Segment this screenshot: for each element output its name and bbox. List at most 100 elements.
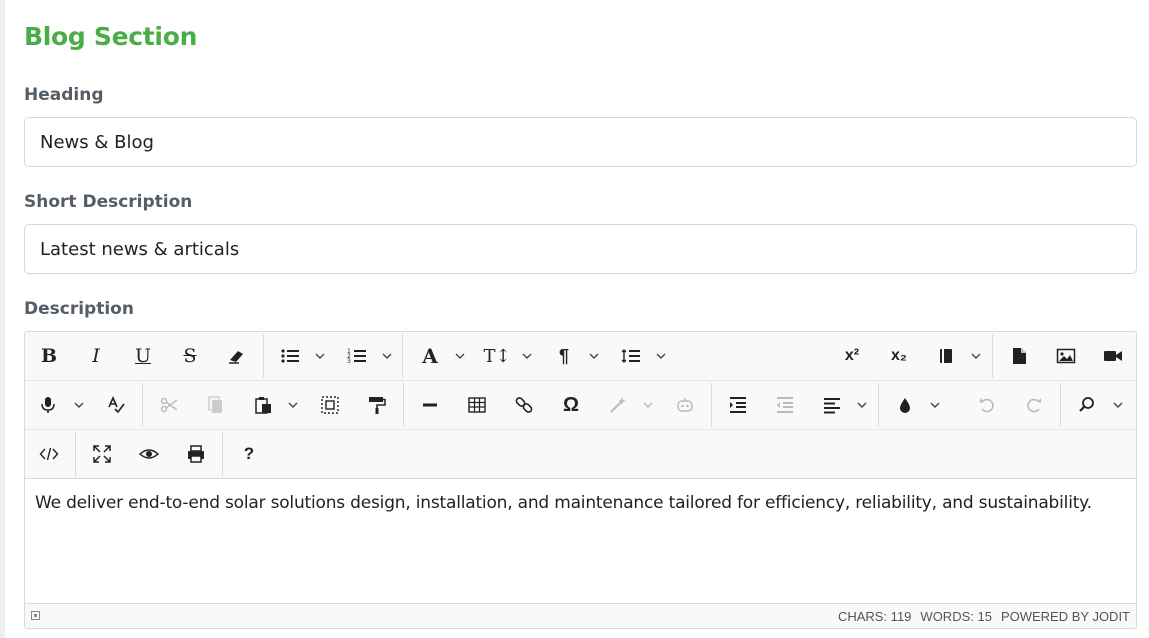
redo-icon: [1027, 398, 1041, 413]
video-icon: [1104, 351, 1122, 361]
align-icon: [824, 398, 840, 414]
bullet-list-button[interactable]: [272, 340, 308, 372]
horizontal-rule-icon: [423, 403, 437, 407]
svg-text:3: 3: [347, 358, 351, 365]
fullsize-button[interactable]: [84, 438, 120, 470]
file-button[interactable]: [1001, 340, 1037, 372]
select-all-button[interactable]: [312, 389, 348, 421]
preview-button[interactable]: [131, 438, 167, 470]
symbol-button[interactable]: Ω: [553, 389, 589, 421]
bullet-list-dropdown[interactable]: [312, 340, 328, 372]
search-icon: [1079, 397, 1094, 412]
ai-commands-button[interactable]: [600, 389, 636, 421]
line-height-dropdown[interactable]: [653, 340, 669, 372]
eraser-icon: [229, 351, 243, 364]
chevron-down-icon: [971, 353, 981, 359]
toolbar-separator: [142, 383, 143, 427]
class-span-dropdown[interactable]: [968, 340, 984, 372]
class-span-button[interactable]: [928, 340, 964, 372]
copy-format-icon: [369, 397, 386, 414]
chevron-down-icon: [315, 353, 325, 359]
cut-icon: [160, 397, 178, 413]
paragraph-dropdown[interactable]: [586, 340, 602, 372]
preview-icon: [139, 449, 159, 459]
undo-button[interactable]: [969, 389, 1005, 421]
chevron-down-icon: [857, 402, 867, 408]
redo-button[interactable]: [1016, 389, 1052, 421]
brush-icon: [900, 398, 910, 413]
chevron-down-icon: [589, 353, 599, 359]
heading-label: Heading: [24, 85, 104, 105]
video-button[interactable]: [1095, 340, 1131, 372]
section-title: Blog Section: [24, 22, 198, 51]
spellcheck-button[interactable]: [98, 389, 134, 421]
table-button[interactable]: [459, 389, 495, 421]
search-dropdown[interactable]: [1110, 389, 1126, 421]
word-count: WORDS: 15: [920, 608, 992, 624]
toolbar-separator: [263, 334, 264, 378]
copy-format-button[interactable]: [359, 389, 395, 421]
fullsize-icon: [93, 445, 111, 463]
indent-icon: [730, 397, 746, 413]
ai-commands-icon: [610, 397, 626, 413]
font-dropdown[interactable]: [452, 340, 468, 372]
outdent-icon: [777, 397, 793, 413]
help-button[interactable]: ?: [231, 438, 267, 470]
subscript-button[interactable]: x₂: [881, 340, 917, 372]
page-left-edge: [0, 0, 5, 638]
class-span-icon: [940, 349, 952, 363]
speech-button[interactable]: [30, 389, 66, 421]
paragraph-button[interactable]: ¶: [546, 340, 582, 372]
short-description-label: Short Description: [24, 192, 193, 212]
numbered-list-button[interactable]: 123: [339, 340, 375, 372]
indent-button[interactable]: [720, 389, 756, 421]
toolbar-row-2: Ω: [25, 381, 1136, 430]
link-button[interactable]: [506, 389, 542, 421]
toolbar-separator: [75, 432, 76, 476]
heading-input[interactable]: [24, 117, 1137, 167]
align-dropdown[interactable]: [854, 389, 870, 421]
file-icon: [1013, 348, 1026, 364]
numbered-list-dropdown[interactable]: [379, 340, 395, 372]
short-description-input[interactable]: [24, 224, 1137, 274]
description-editor: B I U S 123 A T↕ ¶ x² x₂ Ω ? We deliver …: [24, 331, 1137, 629]
chevron-down-icon: [74, 402, 84, 408]
line-height-button[interactable]: [613, 340, 649, 372]
speech-dropdown[interactable]: [71, 389, 87, 421]
line-height-icon: [621, 349, 640, 363]
powered-by-link[interactable]: POWERED BY JODIT: [1001, 609, 1130, 624]
font-button[interactable]: A: [412, 340, 448, 372]
eraser-button[interactable]: [219, 340, 255, 372]
ai-assistant-button[interactable]: [667, 389, 703, 421]
spellcheck-icon: [108, 396, 125, 414]
cut-button[interactable]: [151, 389, 187, 421]
print-button[interactable]: [178, 438, 214, 470]
brush-dropdown[interactable]: [927, 389, 943, 421]
ai-commands-dropdown[interactable]: [640, 389, 656, 421]
paste-button[interactable]: [245, 389, 281, 421]
font-size-button[interactable]: T↕: [479, 340, 515, 372]
strikethrough-button[interactable]: S: [172, 340, 208, 372]
select-all-icon: [321, 396, 339, 414]
superscript-button[interactable]: x²: [834, 340, 870, 372]
toolbar-separator: [992, 334, 993, 378]
resize-handle-icon[interactable]: [31, 611, 40, 620]
editor-status-bar: CHARS: 119 WORDS: 15 POWERED BY JODIT: [25, 603, 1136, 628]
source-button[interactable]: [31, 438, 67, 470]
font-size-dropdown[interactable]: [519, 340, 535, 372]
outdent-button[interactable]: [767, 389, 803, 421]
toolbar-separator: [403, 383, 404, 427]
italic-button[interactable]: I: [78, 340, 114, 372]
search-button[interactable]: [1069, 389, 1105, 421]
brush-button[interactable]: [887, 389, 923, 421]
editor-content[interactable]: We deliver end-to-end solar solutions de…: [25, 479, 1136, 605]
underline-button[interactable]: U: [125, 340, 161, 372]
paste-dropdown[interactable]: [285, 389, 301, 421]
char-count: CHARS: 119: [837, 608, 912, 624]
horizontal-rule-button[interactable]: [412, 389, 448, 421]
bold-button[interactable]: B: [31, 340, 67, 372]
copy-button[interactable]: [198, 389, 234, 421]
image-button[interactable]: [1048, 340, 1084, 372]
chevron-down-icon: [930, 402, 940, 408]
align-button[interactable]: [814, 389, 850, 421]
